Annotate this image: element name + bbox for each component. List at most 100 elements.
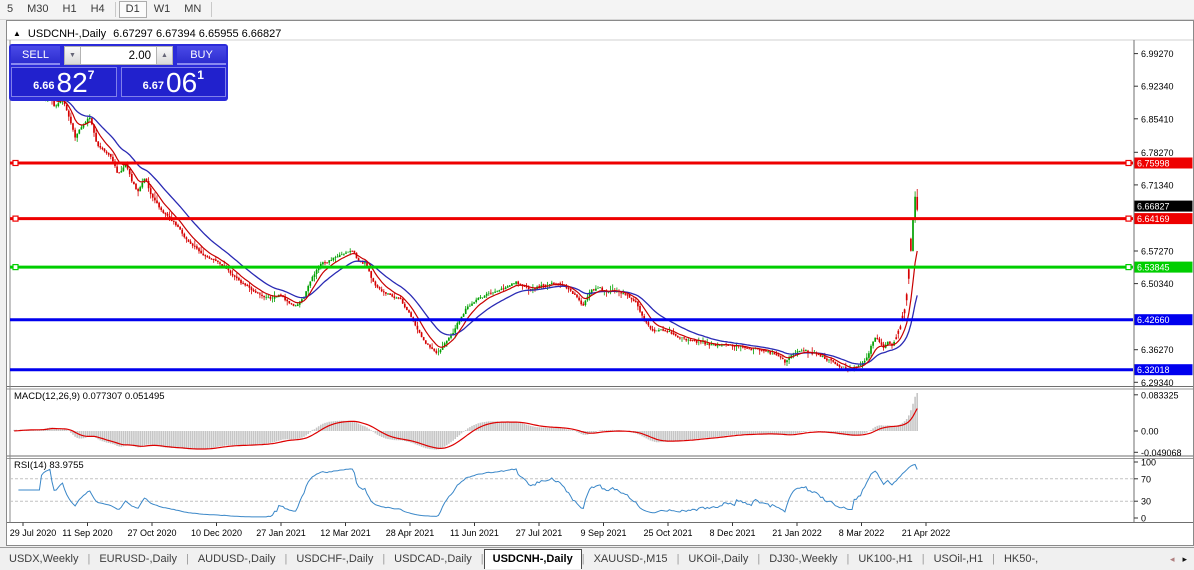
- tab-scroll-right-icon[interactable]: ▸: [1182, 554, 1187, 565]
- trade-prices-row: 6.66 82 7 6.67 06 1: [11, 67, 226, 97]
- level-handle-icon[interactable]: [1125, 215, 1132, 222]
- chart-tab-usdchf-daily[interactable]: USDCHF-,Daily: [287, 550, 382, 568]
- level-handle-icon[interactable]: [12, 215, 19, 222]
- sell-price-box[interactable]: 6.66 82 7: [11, 67, 117, 97]
- svg-text:27 Jan 2021: 27 Jan 2021: [256, 528, 306, 538]
- price-axis: 6.99270 6.92340 6.85410 6.78270 6.71340 6.572…: [1134, 49, 1193, 388]
- svg-text:29 Jul 2020: 29 Jul 2020: [10, 528, 57, 538]
- sell-price-prefix: 6.66: [33, 80, 55, 92]
- level-handle-icon[interactable]: [1125, 264, 1132, 271]
- svg-text:6.78270: 6.78270: [1141, 148, 1174, 158]
- svg-text:11 Sep 2020: 11 Sep 2020: [62, 528, 112, 538]
- svg-text:6.42660: 6.42660: [1137, 315, 1170, 325]
- chart-tab-eurusd-daily[interactable]: EURUSD-,Daily: [90, 550, 186, 568]
- svg-text:11 Jun 2021: 11 Jun 2021: [450, 528, 499, 538]
- timeframe-button-MN[interactable]: MN: [177, 1, 208, 18]
- buy-price-big: 06: [166, 67, 198, 98]
- timeframe-button-5[interactable]: 5: [0, 1, 20, 18]
- svg-text:25 Oct 2021: 25 Oct 2021: [643, 528, 692, 538]
- buy-price-sup: 1: [197, 68, 204, 82]
- svg-text:8 Dec 2021: 8 Dec 2021: [709, 528, 755, 538]
- chart-header: ▲ USDCNH-,Daily 6.67297 6.67394 6.65955 …: [13, 27, 281, 40]
- svg-text:70: 70: [1141, 474, 1151, 484]
- volume-decrease-icon[interactable]: ▼: [64, 46, 81, 65]
- macd-pane: 0.083325 0.00 -0.049068: [13, 390, 1182, 458]
- ma-fast-line: [45, 96, 918, 369]
- level-handle-icon[interactable]: [12, 264, 19, 271]
- candlesticks: [44, 90, 919, 373]
- timeframe-button-M30[interactable]: M30: [20, 1, 55, 18]
- rsi-pane: 100 70 30 0: [18, 458, 1156, 524]
- svg-text:6.57270: 6.57270: [1141, 247, 1174, 257]
- rsi-indicator-label: RSI(14) 83.9755: [14, 460, 84, 471]
- buy-price-prefix: 6.67: [142, 80, 165, 92]
- svg-text:21 Apr 2022: 21 Apr 2022: [902, 528, 951, 538]
- svg-text:6.36270: 6.36270: [1141, 345, 1174, 355]
- level-lines: [10, 159, 1133, 372]
- timeframe-button-H4[interactable]: H4: [84, 1, 112, 18]
- tab-scroll-left-icon[interactable]: ◂: [1170, 554, 1175, 565]
- svg-text:27 Jul 2021: 27 Jul 2021: [516, 528, 563, 538]
- svg-text:6.64169: 6.64169: [1137, 214, 1170, 224]
- volume-input[interactable]: 2.00: [81, 46, 156, 65]
- chart-tab-usoil-h1[interactable]: USOil-,H1: [925, 550, 993, 568]
- chart-tab-xauusd-m15[interactable]: XAUUSD-,M15: [585, 550, 677, 568]
- chart-tab-hk50[interactable]: HK50-,: [995, 550, 1047, 568]
- svg-text:6.53845: 6.53845: [1137, 263, 1170, 273]
- chart-tab-dj30-weekly[interactable]: DJ30-,Weekly: [760, 550, 846, 568]
- svg-text:10 Dec 2020: 10 Dec 2020: [191, 528, 242, 538]
- svg-text:27 Oct 2020: 27 Oct 2020: [127, 528, 176, 538]
- level-handle-icon[interactable]: [12, 159, 19, 167]
- symbol-period-label: USDCNH-,Daily: [27, 27, 107, 40]
- date-axis: 29 Jul 2020 11 Sep 2020 27 Oct 2020 10 Dec …: [10, 522, 951, 538]
- svg-text:12 Mar 2021: 12 Mar 2021: [320, 528, 371, 538]
- chart-tab-usdcnh-daily[interactable]: USDCNH-,Daily: [483, 549, 582, 569]
- volume-increase-icon[interactable]: ▲: [156, 46, 173, 65]
- svg-text:6.32018: 6.32018: [1137, 365, 1170, 375]
- svg-text:9 Sep 2021: 9 Sep 2021: [580, 528, 626, 538]
- svg-text:100: 100: [1141, 458, 1156, 468]
- macd-signal-line: [14, 408, 918, 450]
- buy-button[interactable]: BUY: [177, 46, 226, 65]
- timeframe-button-H1[interactable]: H1: [56, 1, 84, 18]
- toolbar-separator: [114, 2, 116, 17]
- sell-price-sup: 7: [87, 68, 95, 82]
- toolbar-separator: [211, 2, 213, 17]
- svg-text:0.00: 0.00: [1141, 427, 1159, 437]
- svg-text:8 Mar 2022: 8 Mar 2022: [839, 528, 885, 538]
- svg-text:30: 30: [1141, 497, 1151, 507]
- svg-text:6.50340: 6.50340: [1141, 279, 1174, 289]
- svg-text:6.71340: 6.71340: [1141, 180, 1174, 190]
- svg-text:0.083325: 0.083325: [1141, 390, 1179, 400]
- chart-tab-uk100-h1[interactable]: UK100-,H1: [849, 550, 921, 568]
- svg-text:6.92340: 6.92340: [1141, 82, 1174, 92]
- macd-indicator-label: MACD(12,26,9) 0.077307 0.051495: [14, 391, 165, 402]
- level-handle-icon[interactable]: [1125, 159, 1132, 167]
- chart-tab-bar: USDX,Weekly | EURUSD-,Daily | AUDUSD-,Daily |…: [0, 547, 1194, 570]
- chart-window: 6.99270 6.92340 6.85410 6.78270 6.71340 6.572…: [6, 20, 1194, 546]
- sell-price-big: 82: [56, 67, 88, 98]
- chart-tab-ukoil-daily[interactable]: UKOil-,Daily: [679, 550, 757, 568]
- svg-text:6.99270: 6.99270: [1141, 49, 1174, 59]
- timeframe-button-D1[interactable]: D1: [118, 1, 147, 18]
- ohlc-values: 6.67297 6.67394 6.65955 6.66827: [113, 27, 282, 40]
- ma-slow-line: [45, 96, 918, 365]
- svg-text:6.66827: 6.66827: [1137, 202, 1170, 212]
- chart-tab-audusd-daily[interactable]: AUDUSD-,Daily: [189, 550, 285, 568]
- svg-text:6.85410: 6.85410: [1141, 114, 1174, 124]
- svg-text:0: 0: [1141, 514, 1146, 524]
- trade-controls-row: SELL ▼ 2.00 ▲ BUY: [11, 46, 226, 65]
- sell-button[interactable]: SELL: [11, 46, 60, 65]
- timeframe-button-W1[interactable]: W1: [147, 1, 178, 18]
- tab-scroll-arrows: ◂ ▸: [1163, 554, 1194, 565]
- chart-tab-usdx-weekly[interactable]: USDX,Weekly: [0, 550, 87, 568]
- svg-text:-0.049068: -0.049068: [1141, 448, 1182, 458]
- one-click-trade-panel: SELL ▼ 2.00 ▲ BUY 6.66 82 7 6.67 06 1: [9, 44, 228, 101]
- buy-price-box[interactable]: 6.67 06 1: [120, 67, 226, 98]
- rsi-line: [18, 463, 918, 518]
- chart-tab-usdcad-daily[interactable]: USDCAD-,Daily: [385, 550, 481, 568]
- collapse-chart-icon[interactable]: ▲: [13, 29, 21, 39]
- svg-text:21 Jan 2022: 21 Jan 2022: [772, 528, 822, 538]
- svg-text:6.29340: 6.29340: [1141, 378, 1174, 388]
- svg-text:6.75998: 6.75998: [1137, 159, 1170, 169]
